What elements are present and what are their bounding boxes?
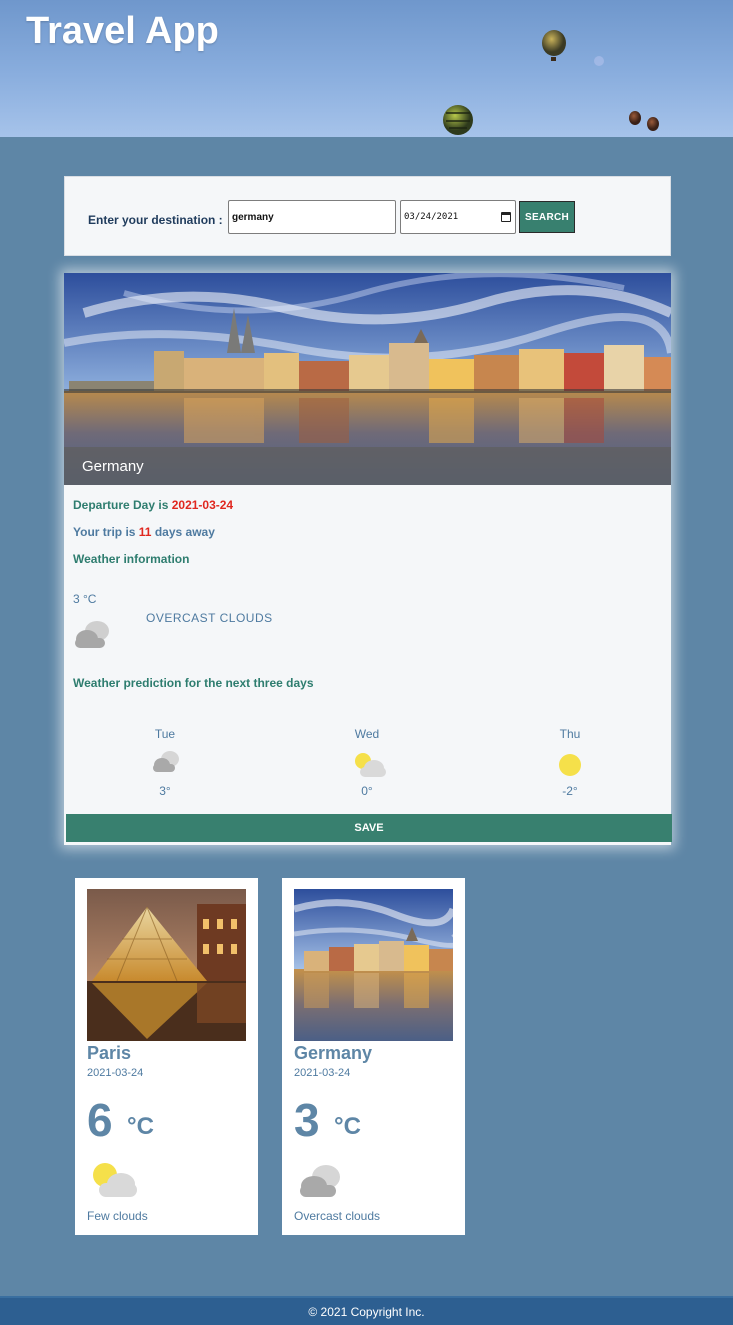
trip-photo-paris	[87, 889, 246, 1041]
copyright-text: © 2021 Copyright Inc.	[308, 1304, 425, 1319]
search-button[interactable]: SEARCH	[519, 201, 575, 233]
save-trip-button[interactable]: SAVE	[66, 814, 672, 842]
trip-prefix: Your trip is	[73, 525, 136, 539]
forecast-temp-thu: -2°	[562, 784, 578, 798]
trip-city: Germany	[294, 1043, 373, 1063]
forecast-day-label: Thu	[559, 727, 581, 741]
trip-date: 2021-03-24	[294, 1067, 351, 1079]
forecast-temp-wed: 0°	[361, 784, 373, 798]
trip-temperature: 3	[294, 1094, 320, 1146]
forecast-day-label: Tue	[154, 727, 176, 741]
destination-photo: Germany	[64, 273, 671, 485]
forecast-temp-tue: 3°	[159, 784, 171, 798]
forecast-day-tue: Tue	[135, 727, 195, 741]
app-title: Travel App	[26, 10, 219, 52]
date-value: 03/24/2021	[404, 212, 459, 222]
balloon-3	[629, 111, 659, 131]
forecast-day-wed: Wed	[337, 727, 397, 741]
current-temperature: 3 °C	[73, 592, 97, 606]
header-banner: Travel App	[0, 0, 733, 137]
search-form: Enter your destination : germany 03/24/2…	[64, 176, 671, 256]
partly-cloudy-icon	[93, 1163, 137, 1197]
departure-prefix: Departure Day is	[73, 498, 169, 512]
weather-heading: Weather information	[73, 552, 190, 566]
sun-icon	[559, 754, 581, 776]
trip-condition: Few clouds	[87, 1209, 148, 1223]
trip-date: 2021-03-24	[87, 1067, 144, 1079]
departure-line: Departure Day is 2021-03-24	[73, 498, 233, 512]
days-away-count: 11	[138, 525, 152, 539]
forecast-heading: Weather prediction for the next three da…	[73, 676, 314, 690]
destination-value: germany	[232, 211, 274, 223]
destination-result-card: Germany Departure Day is 2021-03-24 Your…	[64, 273, 672, 845]
partly-cloudy-icon	[355, 753, 386, 777]
trip-photo-germany	[294, 889, 453, 1041]
balloon-1	[542, 30, 566, 61]
destination-label: Enter your destination :	[88, 213, 223, 227]
saved-trip-card[interactable]: Germany 2021-03-24 3 °C Overcast clouds	[282, 878, 465, 1235]
date-input[interactable]: 03/24/2021	[400, 200, 516, 234]
trip-suffix: days away	[154, 525, 215, 539]
destination-name: Germany	[82, 458, 144, 475]
saved-trip-card[interactable]: Paris 2021-03-24 6 °C Few clouds	[75, 878, 258, 1235]
trip-condition: Overcast clouds	[294, 1209, 381, 1223]
current-weather-description: OVERCAST CLOUDS	[146, 611, 273, 625]
departure-date: 2021-03-24	[171, 498, 234, 512]
trip-temp-unit: °C	[334, 1113, 361, 1140]
trip-city: Paris	[87, 1043, 132, 1063]
destination-caption: Germany	[64, 447, 671, 485]
trip-countdown-line: Your trip is 11 days away	[73, 525, 215, 539]
cloud-icon	[75, 621, 109, 648]
balloon-2	[443, 105, 473, 135]
footer: © 2021 Copyright Inc.	[0, 1296, 733, 1325]
calendar-icon[interactable]	[501, 212, 511, 222]
trip-temp-unit: °C	[127, 1113, 154, 1140]
destination-input[interactable]: germany	[228, 200, 396, 234]
forecast-day-label: Wed	[354, 727, 380, 741]
forecast-day-thu: Thu	[540, 727, 600, 741]
cloud-icon	[300, 1165, 340, 1197]
cloud-icon	[153, 751, 179, 772]
trip-temperature: 6	[87, 1094, 113, 1146]
